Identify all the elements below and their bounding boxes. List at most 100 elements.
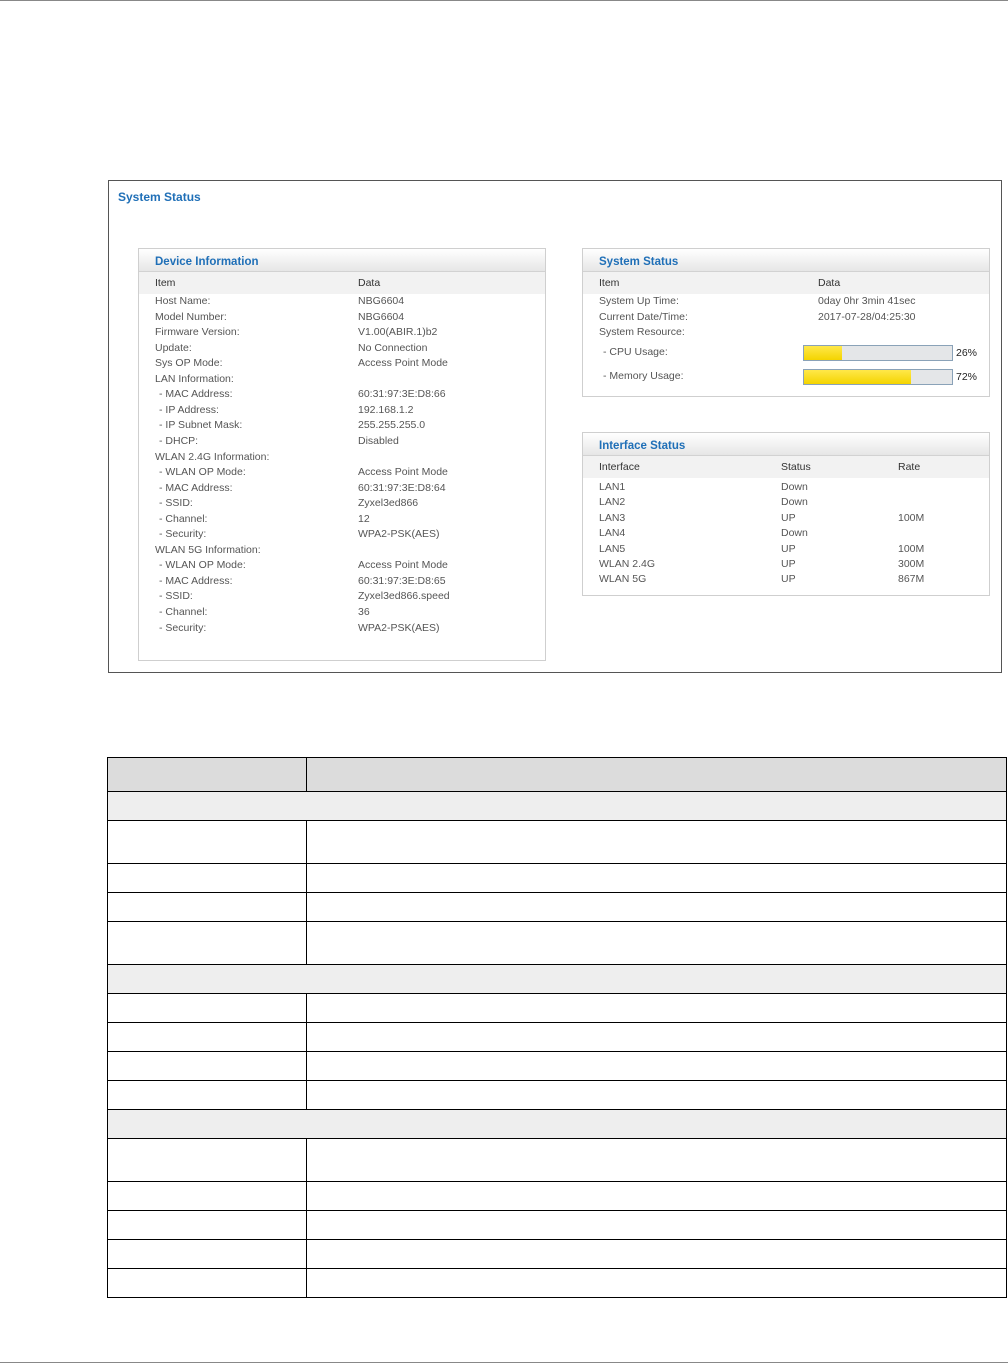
interface-rate: 100M <box>898 542 925 555</box>
datetime-row: Current Date/Time: 2017-07-28/04:25:30 <box>583 311 989 326</box>
device-info-row: Firmware Version: V1.00(ABIR.1)b2 <box>139 326 545 341</box>
interface-row: WLAN 2.4G UP 300M <box>583 558 989 573</box>
device-info-item: - SSID: <box>159 590 193 603</box>
device-info-data: Access Point Mode <box>358 466 448 479</box>
device-info-row: WLAN 5G Information: <box>139 544 545 559</box>
table-header-row <box>107 757 1007 792</box>
device-info-row: - IP Address: 192.168.1.2 <box>139 404 545 419</box>
cpu-usage-fill <box>804 346 843 360</box>
device-information-column-header: Item Data <box>139 272 545 294</box>
device-info-row: WLAN 2.4G Information: <box>139 451 545 466</box>
table-cell <box>306 993 1007 1023</box>
device-info-item: - IP Address: <box>159 403 219 416</box>
table-cell <box>107 1268 307 1298</box>
interface-row: LAN1 Down <box>583 481 989 496</box>
interface-status: UP <box>781 558 796 570</box>
device-info-item: Update: <box>155 341 192 354</box>
table-header-cell <box>107 757 307 792</box>
data-column-label: Data <box>358 277 381 289</box>
datetime-value: 2017-07-28/04:25:30 <box>818 311 916 323</box>
device-info-item: LAN Information: <box>155 372 234 385</box>
device-information-panel: Device Information Item Data Host Name: N… <box>138 248 546 661</box>
interface-status: Down <box>781 481 808 493</box>
device-info-row: - IP Subnet Mask: 255.255.255.0 <box>139 419 545 434</box>
table-cell <box>306 863 1007 893</box>
system-status-header: System Status <box>583 249 989 272</box>
device-info-item: Model Number: <box>155 310 227 323</box>
device-info-item: Firmware Version: <box>155 326 240 339</box>
device-info-row: - WLAN OP Mode: Access Point Mode <box>139 559 545 574</box>
interface-row: LAN3 UP 100M <box>583 512 989 527</box>
rate-column-label: Rate <box>898 461 921 473</box>
device-info-data: WPA2-PSK(AES) <box>358 528 440 541</box>
device-info-row: - DHCP: Disabled <box>139 435 545 450</box>
table-cell <box>306 1268 1007 1298</box>
uptime-row: System Up Time: 0day 0hr 3min 41sec <box>583 295 989 310</box>
system-status-column-header: Item Data <box>583 272 989 294</box>
device-info-item: - SSID: <box>159 497 193 510</box>
table-row <box>107 863 1007 893</box>
device-info-item: - Security: <box>159 621 207 634</box>
interface-status-header: Interface Status <box>583 433 989 456</box>
table-row <box>107 1181 1007 1211</box>
table-cell <box>306 1080 1007 1110</box>
table-section-row <box>107 1109 1007 1139</box>
table-cell <box>107 1080 307 1110</box>
device-info-item: WLAN 5G Information: <box>155 543 261 556</box>
interface-row: LAN5 UP 100M <box>583 543 989 558</box>
table-row <box>107 1210 1007 1240</box>
interface-status-column-header: Interface Status Rate <box>583 456 989 478</box>
table-section-cell <box>107 964 1007 994</box>
device-information-header: Device Information <box>139 249 545 272</box>
interface-rate: 100M <box>898 511 925 524</box>
interface-row: LAN4 Down <box>583 527 989 542</box>
table-cell <box>306 1181 1007 1211</box>
interface-status: UP <box>781 542 796 555</box>
device-info-data: NBG6604 <box>358 310 405 323</box>
bottom-rule <box>0 1362 1008 1363</box>
cpu-usage-bar <box>803 345 953 361</box>
description-table <box>107 757 1007 1298</box>
device-information-rows: Host Name: NBG6604 Model Number: NBG6604 Fir… <box>139 294 545 643</box>
interface-status-rows: LAN1 Down LAN2 Down LAN3 UP 100M LAN4 Down LAN5 UP… <box>583 478 989 593</box>
device-info-row: - SSID: Zyxel3ed866 <box>139 497 545 512</box>
device-information-title: Device Information <box>155 256 259 268</box>
table-cell <box>107 1022 307 1052</box>
interface-row: WLAN 5G UP 867M <box>583 573 989 588</box>
table-cell <box>107 1138 307 1182</box>
device-info-item: - IP Subnet Mask: <box>159 419 243 432</box>
interface-status: UP <box>781 573 796 586</box>
system-status-title: System Status <box>599 256 679 268</box>
interface-interface: LAN5 <box>599 542 626 555</box>
interface-rate: 300M <box>898 558 925 570</box>
table-cell <box>107 993 307 1023</box>
device-info-data: Access Point Mode <box>358 559 448 572</box>
cpu-label: - CPU Usage: <box>603 346 668 358</box>
table-cell <box>306 1051 1007 1081</box>
device-info-data: 36 <box>358 606 370 618</box>
status-column-label: Status <box>781 461 811 473</box>
interface-status-title: Interface Status <box>599 440 686 452</box>
table-cell <box>306 892 1007 922</box>
table-cell <box>306 921 1007 965</box>
device-info-data: Access Point Mode <box>358 357 448 370</box>
interface-status-panel: Interface Status Interface Status Rate L… <box>582 432 990 596</box>
device-info-item: Host Name: <box>155 295 211 307</box>
interface-interface: LAN4 <box>599 527 626 540</box>
uptime-value: 0day 0hr 3min 41sec <box>818 295 916 307</box>
interface-status: Down <box>781 496 808 509</box>
table-row <box>107 921 1007 965</box>
interface-rate: 867M <box>898 573 925 586</box>
memory-percent: 72% <box>956 371 978 383</box>
table-cell <box>107 1210 307 1240</box>
memory-usage-bar <box>803 369 953 385</box>
device-info-item: - DHCP: <box>159 434 199 447</box>
device-info-row: Update: No Connection <box>139 342 545 357</box>
table-header-cell <box>306 757 1007 792</box>
device-info-data: Zyxel3ed866.speed <box>358 590 450 603</box>
item-column-label: Item <box>599 277 620 289</box>
device-info-row: - Channel: 12 <box>139 513 545 528</box>
table-cell <box>107 892 307 922</box>
interface-interface: LAN3 <box>599 511 626 524</box>
table-cell <box>306 1138 1007 1182</box>
